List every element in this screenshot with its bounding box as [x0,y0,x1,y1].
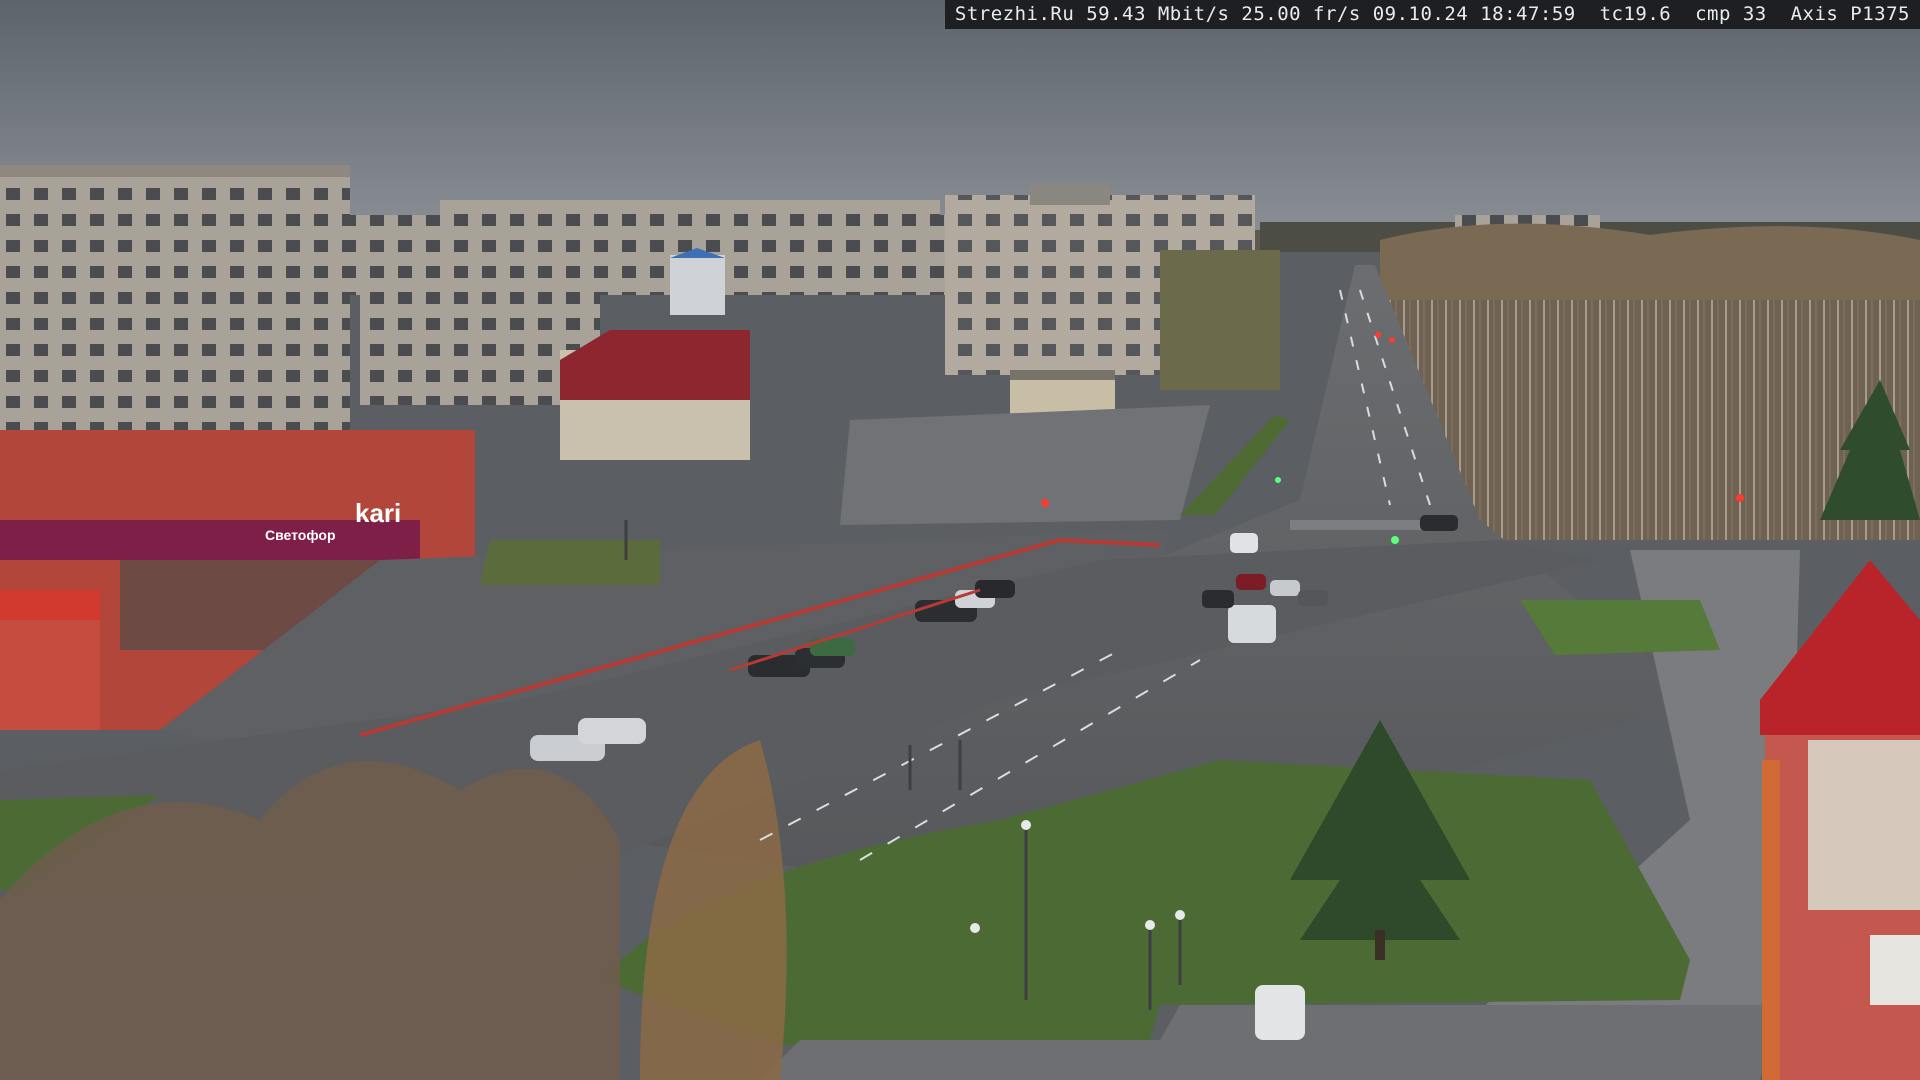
store-sign-svetofor: Светофор [265,527,336,543]
webcam-frame: kari Светофор Strezhi.Ru 59.43 Mbit/s 25… [0,0,1920,1080]
upper-plaza [840,405,1210,525]
city-street-scene: kari Светофор [0,0,1920,1080]
camera-osd-overlay: Strezhi.Ru 59.43 Mbit/s 25.00 fr/s 09.10… [944,0,1920,29]
store-sign-kari: kari [355,498,401,528]
